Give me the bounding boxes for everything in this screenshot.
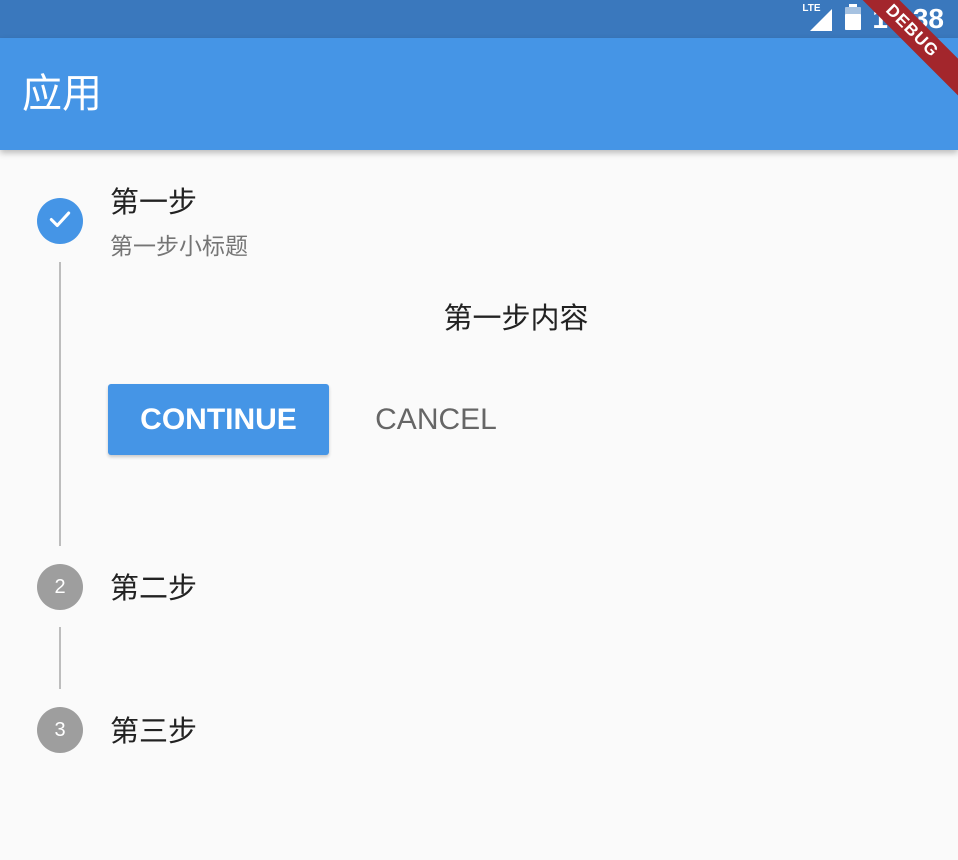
step-2-indicator[interactable]: 2 <box>37 564 83 610</box>
step-2-number: 2 <box>54 575 66 598</box>
status-bar: LTE 16:38 <box>0 0 958 38</box>
step-3-title[interactable]: 第三步 <box>110 713 197 749</box>
signal-icon: LTE <box>802 3 834 33</box>
check-icon <box>47 206 73 236</box>
step-1-subtitle: 第一步小标题 <box>110 234 248 260</box>
step-connector-1 <box>59 262 61 546</box>
cancel-button[interactable]: CANCEL <box>360 384 512 455</box>
step-3-indicator[interactable]: 3 <box>37 707 83 753</box>
step-1-indicator[interactable] <box>37 198 83 244</box>
step-3-number: 3 <box>54 718 66 741</box>
continue-button[interactable]: CONTINUE <box>108 384 329 455</box>
step-1-title[interactable]: 第一步 <box>110 184 197 220</box>
step-1-content: 第一步内容 <box>443 301 589 335</box>
app-bar: 应用 <box>0 38 958 150</box>
battery-icon <box>844 4 862 34</box>
network-type-label: LTE <box>802 3 821 14</box>
step-2-title[interactable]: 第二步 <box>110 570 197 606</box>
step-connector-2 <box>59 627 61 689</box>
app-title: 应用 <box>22 71 102 117</box>
